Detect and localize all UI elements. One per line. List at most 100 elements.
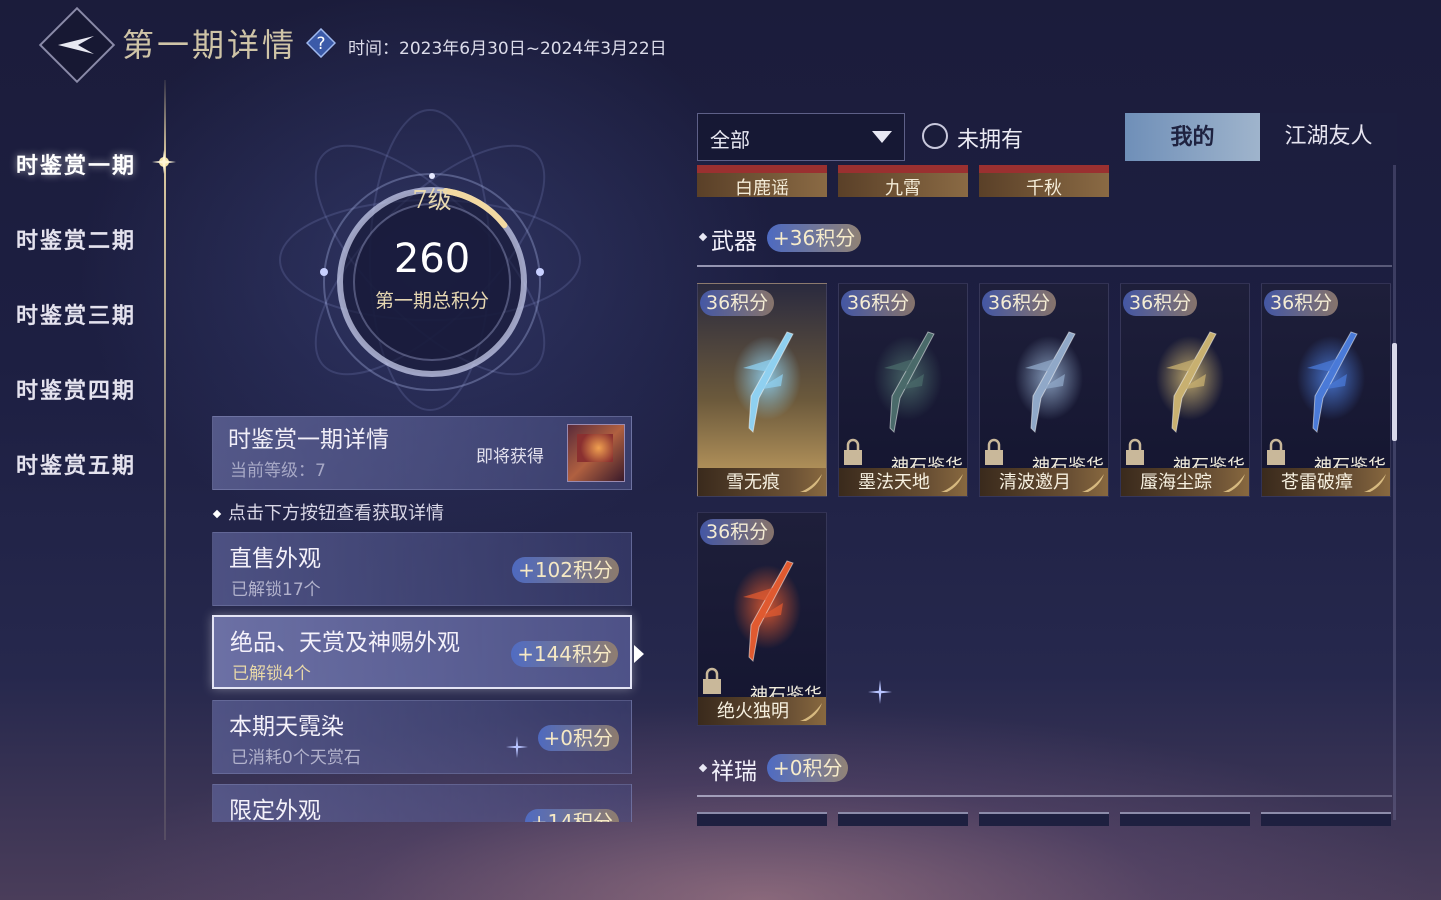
section-points-auspicious: +0积分 [767, 754, 849, 782]
weapon-card[interactable]: 36积分 雪无痕 [697, 283, 827, 497]
time-range-text: 时间：2023年6月30日~2024年3月22日 [348, 39, 667, 59]
item-name: 墨法天地 [858, 472, 930, 493]
not-owned-radio[interactable] [922, 123, 948, 149]
nav-item-season-5[interactable]: 时鉴赏五期 [16, 448, 136, 480]
coming-reward-label: 即将获得 [476, 447, 544, 467]
weapon-image [1297, 331, 1365, 434]
item-points-badge: 36积分 [982, 290, 1057, 316]
lock-icon [1126, 438, 1144, 465]
auspicious-card[interactable] [1120, 812, 1250, 826]
corner-emblem-icon [941, 474, 963, 492]
corner-emblem-icon [1364, 474, 1386, 492]
section-divider [697, 795, 1392, 797]
item-name: 蜃海尘踪 [1140, 472, 1212, 493]
nav-item-season-2[interactable]: 时鉴赏二期 [16, 223, 136, 255]
category-points-badge: +144积分 [511, 641, 618, 667]
section-diamond-icon [698, 763, 708, 773]
prev-item-top [979, 165, 1109, 173]
section-title-weapon: 武器 [711, 229, 757, 255]
category-points-badge: +14积分 [524, 809, 619, 822]
level-text: 7级 [412, 186, 452, 214]
current-level-text: 当前等级：7 [230, 461, 326, 481]
corner-emblem-icon [800, 474, 822, 492]
weapon-card[interactable]: 36积分 神石鉴华 墨法天地 [838, 283, 968, 497]
nav-item-season-4[interactable]: 时鉴赏四期 [16, 373, 136, 405]
not-owned-label[interactable]: 未拥有 [957, 122, 1023, 154]
corner-emblem-icon [1082, 474, 1104, 492]
lock-icon [1267, 438, 1285, 465]
section-title-auspicious: 祥瑞 [711, 759, 757, 785]
auspicious-card[interactable] [979, 812, 1109, 826]
item-name: 清波邀月 [999, 472, 1071, 493]
item-name: 雪无痕 [726, 472, 780, 493]
category-points-badge: +102积分 [512, 557, 619, 583]
auspicious-card[interactable] [697, 812, 827, 826]
hint-diamond-icon [212, 509, 222, 519]
nav-item-season-3[interactable]: 时鉴赏三期 [16, 298, 136, 330]
page-title: 第一期详情 [122, 26, 298, 64]
category-title: 绝品、天赏及神赐外观 [230, 630, 460, 656]
weapon-card[interactable]: 36积分 神石鉴华 蜃海尘踪 [1120, 283, 1250, 497]
season-detail-title: 时鉴赏一期详情 [228, 427, 389, 453]
weapon-image [1156, 331, 1224, 434]
category-subtitle: 已解锁4个 [232, 664, 311, 684]
nav-item-season-1[interactable]: 时鉴赏一期 [16, 148, 136, 180]
section-divider [697, 265, 1392, 267]
weapon-card[interactable]: 36积分 神石鉴华 绝火独明 [697, 512, 827, 726]
section-diamond-icon [698, 232, 708, 242]
auspicious-card[interactable] [1261, 812, 1391, 826]
item-points-badge: 36积分 [700, 519, 775, 545]
category-points-badge: +0积分 [537, 725, 619, 751]
selected-arrow-icon [634, 645, 644, 663]
hint-label: 点击下方按钮查看获取详情 [228, 503, 444, 524]
auspicious-card[interactable] [838, 812, 968, 826]
sparkle-icon [506, 736, 528, 758]
item-points-badge: 36积分 [1264, 290, 1339, 316]
tab-friends[interactable]: 江湖友人 [1260, 113, 1397, 161]
scrollbar-thumb[interactable] [1392, 343, 1397, 441]
corner-emblem-icon [1223, 474, 1245, 492]
category-subtitle: 已消耗0个天赏石 [231, 748, 361, 768]
filter-dropdown-value: 全部 [710, 128, 750, 152]
weapon-card[interactable]: 36积分 神石鉴华 苍雷破瘴 [1261, 283, 1391, 497]
category-direct-sale[interactable]: 直售外观 已解锁17个 +102积分 [212, 532, 632, 606]
prev-item-name: 白鹿谣 [735, 178, 789, 199]
total-score-label: 第一期总积分 [374, 290, 489, 312]
item-name: 绝火独明 [717, 701, 789, 722]
category-title: 本期天霓染 [229, 714, 344, 740]
back-arrow-icon[interactable] [54, 30, 100, 60]
item-points-badge: 36积分 [700, 290, 775, 316]
prev-item-top [697, 165, 827, 173]
prev-item-name: 千秋 [1026, 178, 1062, 199]
category-title: 限定外观 [229, 798, 321, 822]
weapon-image [733, 331, 801, 434]
lock-icon [703, 667, 721, 694]
weapon-image [1015, 331, 1083, 434]
category-subtitle: 已解锁17个 [231, 580, 321, 600]
prev-item-top [838, 165, 968, 173]
total-score: 260 [393, 236, 471, 282]
category-premium[interactable]: 绝品、天赏及神赐外观 已解锁4个 +144积分 [212, 615, 632, 689]
nav-divider [164, 80, 166, 840]
category-title: 直售外观 [229, 546, 321, 572]
category-limited[interactable]: 限定外观 +14积分 [212, 784, 632, 822]
lock-icon [985, 438, 1003, 465]
prev-item-name: 九霄 [885, 178, 921, 199]
active-star-icon [152, 150, 176, 174]
hint-text: 点击下方按钮查看获取详情 [212, 499, 444, 525]
reward-image [577, 434, 613, 462]
weapon-image [874, 331, 942, 434]
item-points-badge: 36积分 [1123, 290, 1198, 316]
category-limited-clip: 限定外观 +14积分 [212, 784, 632, 822]
scrollbar-track[interactable] [1393, 165, 1396, 820]
chevron-down-icon [872, 131, 892, 143]
question-diamond-icon[interactable]: ? [306, 28, 336, 58]
category-dye[interactable]: 本期天霓染 已消耗0个天赏石 +0积分 [212, 700, 632, 774]
item-name: 苍雷破瘴 [1281, 472, 1353, 493]
section-points-weapon: +36积分 [767, 224, 862, 252]
corner-emblem-icon [800, 703, 822, 721]
lock-icon [844, 438, 862, 465]
svg-text:?: ? [316, 34, 325, 54]
tab-mine[interactable]: 我的 [1125, 113, 1260, 161]
weapon-card[interactable]: 36积分 神石鉴华 清波邀月 [979, 283, 1109, 497]
